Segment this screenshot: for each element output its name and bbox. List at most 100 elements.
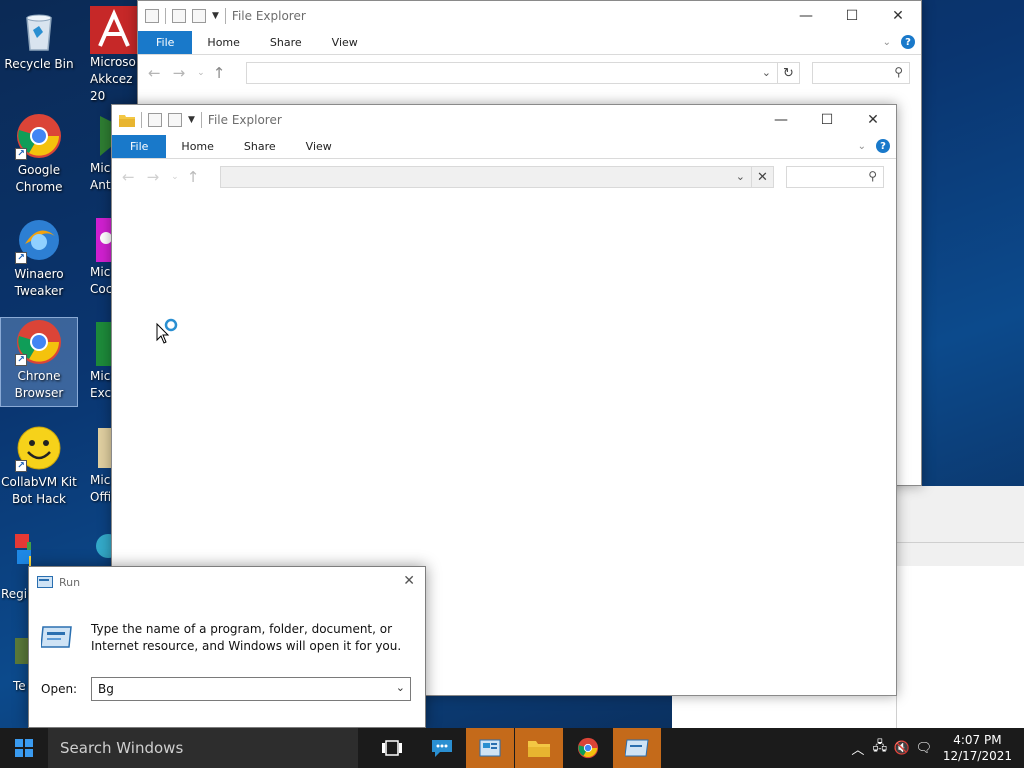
open-input[interactable]: Bg ⌄: [91, 677, 411, 701]
search-box[interactable]: ⚲: [786, 166, 884, 188]
recycle-bin-icon: [15, 6, 63, 54]
tab-share[interactable]: Share: [229, 135, 291, 158]
office-icon: [90, 424, 112, 472]
desktop-icon-label: Recycle Bin: [4, 57, 74, 71]
desktop-icon-microsoft-access[interactable]: Microso Akkcez 20: [90, 6, 138, 105]
close-icon[interactable]: ✕: [751, 167, 773, 187]
open-input-value[interactable]: Bg: [98, 682, 114, 696]
up-arrow-icon[interactable]: ↑: [187, 168, 200, 186]
desktop-icon-micr-exce[interactable]: Micr Exce: [90, 320, 112, 402]
refresh-icon[interactable]: ↻: [777, 63, 799, 83]
search-icon: ⚲: [894, 65, 903, 79]
title-bar[interactable]: ▼ File Explorer — ☐ ✕: [138, 1, 921, 31]
help-icon[interactable]: ?: [876, 139, 890, 153]
close-button[interactable]: ✕: [403, 573, 415, 589]
desktop-icon-chrone-browser[interactable]: ↗ Chrone Browser: [0, 317, 78, 407]
expand-ribbon-icon[interactable]: ⌄: [858, 141, 866, 152]
chevron-down-icon[interactable]: ⌄: [736, 170, 745, 183]
app-icon: [90, 528, 112, 568]
search-icon: ⚲: [868, 169, 877, 183]
new-folder-icon[interactable]: [192, 9, 206, 23]
show-hidden-icons-icon[interactable]: ︿: [847, 739, 869, 758]
search-box[interactable]: ⚲: [812, 62, 910, 84]
desktop-icon-mic-ant[interactable]: Mic Ant: [90, 112, 112, 194]
desktop-icon-regi[interactable]: Regi: [1, 528, 31, 603]
forward-arrow-icon[interactable]: →: [173, 64, 186, 82]
desktop-icon-google-chrome[interactable]: ↗ Google Chrome: [1, 112, 77, 196]
tab-view[interactable]: View: [317, 31, 373, 54]
maximize-button[interactable]: ☐: [829, 1, 875, 31]
run-title: Run: [59, 575, 81, 589]
desktop-icon-label: Regi: [1, 587, 28, 601]
back-arrow-icon[interactable]: ←: [148, 64, 161, 82]
desktop-icon-winaero-tweaker[interactable]: ↗ Winaero Tweaker: [1, 216, 77, 300]
new-folder-icon[interactable]: [168, 113, 182, 127]
desktop-icon-label: Micr Exce: [90, 369, 112, 400]
run-title-bar[interactable]: Run: [29, 567, 425, 597]
properties-icon[interactable]: [148, 113, 162, 127]
volume-muted-icon[interactable]: 🔇: [891, 741, 913, 756]
title-bar[interactable]: ▼ File Explorer — ☐ ✕: [112, 105, 896, 135]
taskbar-feedback-app[interactable]: [418, 728, 466, 768]
tab-home[interactable]: Home: [192, 31, 254, 54]
tab-home[interactable]: Home: [166, 135, 228, 158]
desktop-icon-label: Chrone Browser: [14, 369, 64, 400]
tab-file[interactable]: File: [112, 135, 167, 158]
desktop-icon-te[interactable]: Te: [1, 630, 31, 695]
properties-icon[interactable]: [172, 9, 186, 23]
maximize-button[interactable]: ☐: [804, 105, 850, 135]
recent-dropdown-icon[interactable]: ⌄: [171, 172, 179, 182]
desktop-icon-collabvm-kit[interactable]: ↗ CollabVM Kit Bot Hack: [1, 424, 77, 508]
winaero-icon: ↗: [15, 216, 63, 264]
antivirus-icon: [90, 112, 112, 160]
close-button[interactable]: ✕: [875, 1, 921, 31]
clock-date: 12/17/2021: [942, 749, 1012, 763]
taskbar-file-explorer-app[interactable]: [515, 728, 563, 768]
background-window-strip: [896, 486, 1024, 728]
task-view-button[interactable]: [368, 728, 416, 768]
action-center-icon[interactable]: 🗨: [913, 741, 935, 756]
registry-icon: [1, 528, 31, 576]
desktop-icon-recycle-bin[interactable]: Recycle Bin: [1, 6, 77, 73]
run-large-icon: [40, 625, 73, 649]
tab-file[interactable]: File: [138, 31, 193, 54]
help-icon[interactable]: ?: [901, 35, 915, 49]
address-bar[interactable]: ⌄ ✕: [220, 166, 774, 188]
shortcut-arrow-icon: ↗: [15, 460, 27, 472]
taskbar-control-panel-app[interactable]: [466, 728, 514, 768]
tab-share[interactable]: Share: [255, 31, 317, 54]
chrome-icon: ↗: [15, 112, 63, 160]
windows-logo-icon: [15, 739, 33, 757]
app-icon: [90, 216, 112, 264]
taskbar-search[interactable]: Search Windows: [48, 728, 358, 768]
ribbon-tabs: File Home Share View ⌄ ?: [112, 135, 896, 159]
expand-ribbon-icon[interactable]: ⌄: [883, 37, 891, 48]
clock[interactable]: 4:07 PM 12/17/2021: [943, 732, 1012, 764]
desktop-icon-label: Microso Akkcez 20: [90, 55, 136, 103]
start-button[interactable]: [0, 728, 48, 768]
close-button[interactable]: ✕: [850, 105, 896, 135]
desktop-icon-partial[interactable]: [90, 528, 112, 568]
shortcut-arrow-icon: ↗: [15, 354, 27, 366]
customize-dropdown-icon[interactable]: ▼: [212, 11, 219, 21]
tab-view[interactable]: View: [291, 135, 347, 158]
customize-dropdown-icon[interactable]: ▼: [188, 115, 195, 125]
system-tray: ︿ 🖧 🔇 🗨 4:07 PM 12/17/2021: [847, 728, 1024, 768]
forward-arrow-icon[interactable]: →: [147, 168, 160, 186]
minimize-button[interactable]: —: [758, 105, 804, 135]
taskbar-run-app[interactable]: [613, 728, 661, 768]
desktop-icon-micr-cock[interactable]: Micr Cock: [90, 216, 112, 298]
quick-access-toolbar: ▼: [112, 112, 202, 128]
chevron-down-icon[interactable]: ⌄: [762, 66, 771, 79]
clock-time: 4:07 PM: [953, 733, 1002, 747]
desktop-icon-micr-offi[interactable]: Micr Offi: [90, 424, 112, 506]
recent-dropdown-icon[interactable]: ⌄: [197, 68, 205, 78]
back-arrow-icon[interactable]: ←: [122, 168, 135, 186]
network-icon[interactable]: 🖧: [869, 737, 891, 759]
minimize-button[interactable]: —: [783, 1, 829, 31]
chevron-down-icon[interactable]: ⌄: [396, 681, 405, 694]
taskbar-chrome-app[interactable]: [564, 728, 612, 768]
up-arrow-icon[interactable]: ↑: [213, 64, 226, 82]
run-dialog[interactable]: Run ✕ Type the name of a program, folder…: [28, 566, 426, 728]
address-bar[interactable]: ⌄ ↻: [246, 62, 800, 84]
